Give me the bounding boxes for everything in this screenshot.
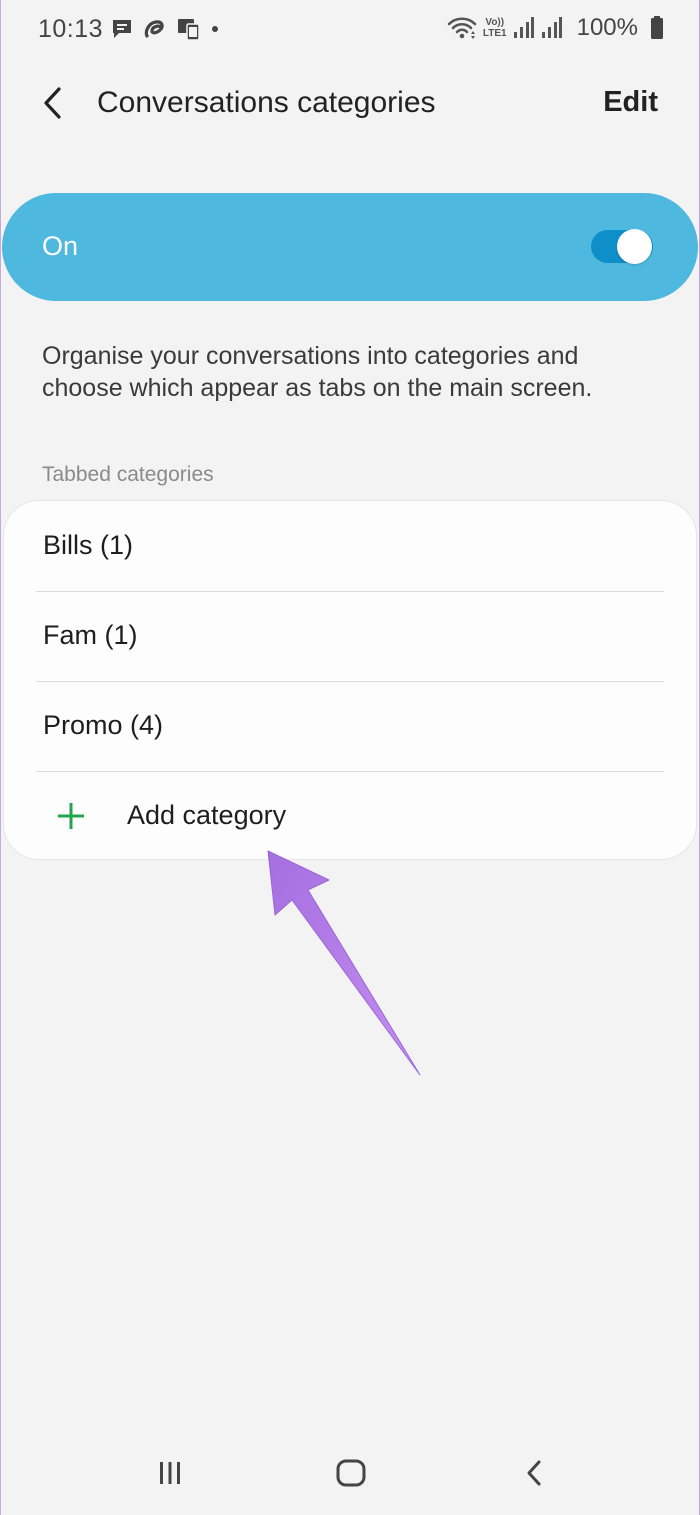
categories-toggle-card[interactable]: On: [2, 193, 698, 301]
home-button[interactable]: [331, 1455, 371, 1491]
list-item-label: Bills (1): [43, 530, 134, 560]
airtel-icon: [142, 17, 168, 41]
screen-share-icon: [176, 16, 202, 42]
battery-icon: [650, 15, 664, 41]
toggle-label: On: [42, 231, 79, 261]
add-category-button[interactable]: Add category: [36, 771, 664, 859]
list-item-label: Fam (1): [43, 620, 138, 650]
list-item-fam[interactable]: Fam (1): [36, 591, 664, 682]
nav-back-button[interactable]: [514, 1455, 554, 1491]
edit-button[interactable]: Edit: [603, 86, 658, 119]
navigation-bar: [0, 1429, 700, 1515]
signal-icon-1: [513, 15, 535, 41]
chevron-left-icon: [44, 87, 61, 119]
wifi-icon: [447, 15, 477, 41]
back-arrow-icon: [527, 1460, 541, 1486]
categories-list: Bills (1) Fam (1) Promo (4) Add category: [3, 500, 697, 860]
message-icon: [110, 17, 134, 41]
switch-knob: [617, 229, 652, 264]
lte-label: LTE1: [482, 28, 507, 39]
description-text: Organise your conversations into categor…: [42, 342, 593, 402]
list-item-bills[interactable]: Bills (1): [36, 501, 664, 592]
home-icon: [336, 1459, 366, 1487]
plus-icon: [58, 803, 84, 829]
status-time: 10:13: [38, 15, 104, 43]
notification-icons: [110, 16, 220, 42]
dot-icon: [210, 17, 220, 41]
battery-percent: 100%: [576, 14, 638, 41]
volte-label: Vo)): [485, 17, 505, 28]
signal-icon-2: [541, 15, 563, 41]
recent-apps-button[interactable]: [150, 1455, 190, 1491]
list-item-label: Promo (4): [43, 710, 164, 740]
list-item-promo[interactable]: Promo (4): [36, 681, 664, 772]
categories-switch[interactable]: [591, 229, 653, 264]
add-category-label: Add category: [127, 800, 287, 830]
volte-icon: Vo)) LTE1: [483, 17, 507, 39]
section-label-tabbed: Tabbed categories: [42, 463, 214, 486]
page-title: Conversations categories: [97, 86, 436, 119]
back-button[interactable]: [30, 80, 76, 126]
recent-apps-icon: [160, 1462, 180, 1484]
status-right-icons: Vo)) LTE1 100%: [447, 14, 664, 42]
app-header: Conversations categories Edit: [0, 70, 700, 140]
status-bar: 10:13 Vo)) LTE1 100%: [0, 0, 700, 60]
